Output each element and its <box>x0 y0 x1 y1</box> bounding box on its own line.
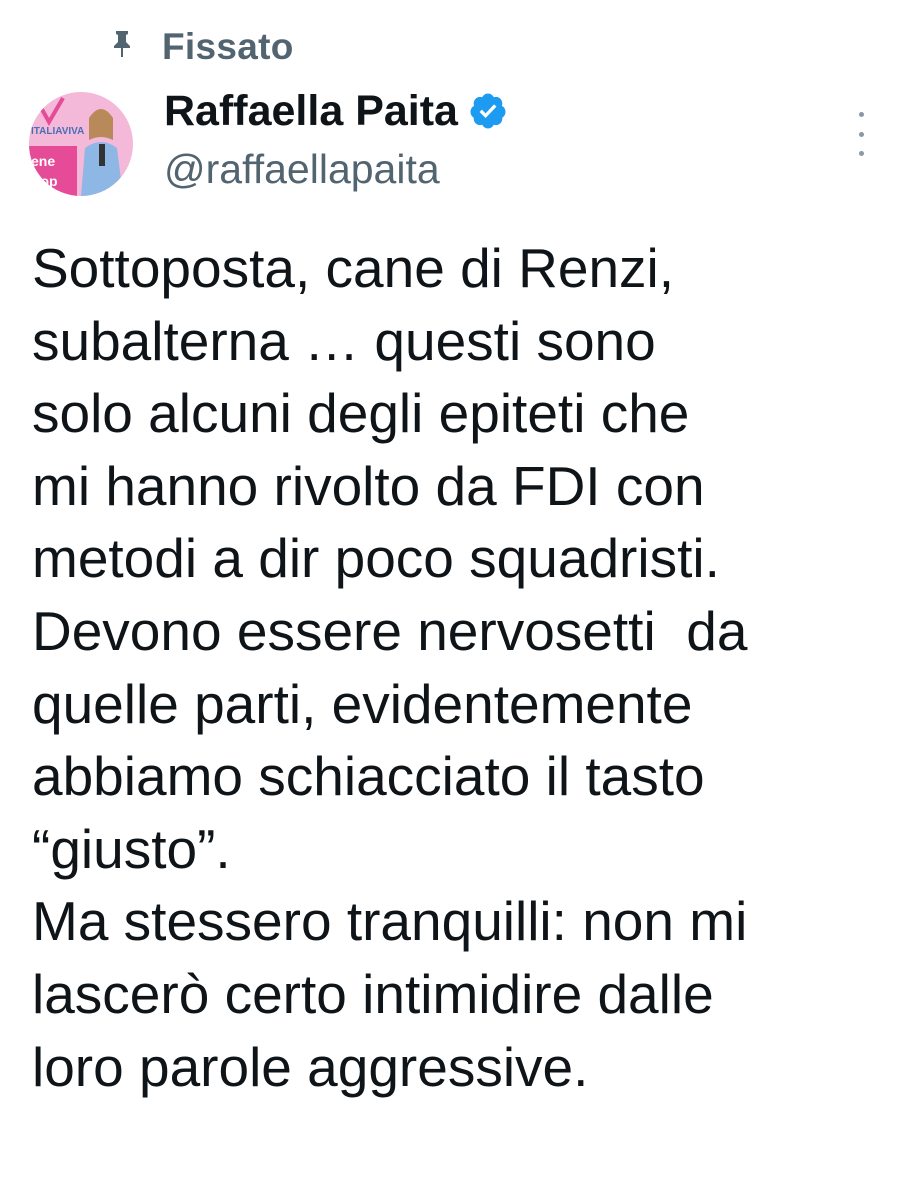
tweet-line: Sottoposta, cane di Renzi, <box>32 237 675 299</box>
tweet-line: solo alcuni degli epiteti che <box>32 382 690 445</box>
avatar[interactable]: ITALIAVIVA ene rop <box>29 92 133 196</box>
tweet-line: “giusto”. <box>32 817 231 880</box>
pinned-indicator: Fissato <box>108 22 294 72</box>
tweet-line: Ma stessero tranquilli: non mi <box>32 890 748 953</box>
avatar-banner-text-2: rop <box>35 173 58 189</box>
author-handle[interactable]: @raffaellapaita <box>164 146 440 193</box>
tweet-line: abbiamo schiacciato il tasto <box>32 745 705 808</box>
pinned-label: Fissato <box>162 26 294 67</box>
tweet-line: Devono essere nervosetti da <box>32 599 748 662</box>
tweet-line: mi hanno rivolto da FDI con <box>32 454 705 517</box>
tweet-line: lascerò certo intimidire dalle <box>32 962 714 1025</box>
tweet-line: quelle parti, evidentemente <box>32 672 693 735</box>
avatar-party-text: ITALIAVIVA <box>31 126 84 137</box>
avatar-banner-text-1: ene <box>31 153 55 169</box>
author-display-name[interactable]: Raffaella Paita <box>164 87 458 136</box>
more-dot <box>858 112 864 117</box>
verified-badge-icon <box>468 90 510 132</box>
tweet-line: metodi a dir poco squadristi. <box>32 527 720 590</box>
tweet-line: subalterna … questi sono <box>32 309 656 372</box>
more-options-icon[interactable] <box>848 112 874 156</box>
more-dot <box>858 151 864 156</box>
pin-icon <box>108 29 136 65</box>
tweet-text: Sottoposta, cane di Renzi, subalterna … … <box>32 232 892 1103</box>
more-dot <box>858 131 864 137</box>
tweet-line: loro parole aggressive. <box>32 1035 589 1098</box>
author-name-row[interactable]: Raffaella Paita <box>164 82 510 140</box>
